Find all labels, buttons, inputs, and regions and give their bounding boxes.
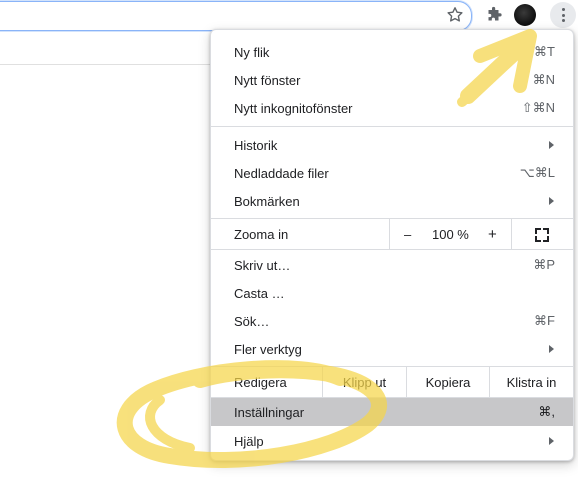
zoom-label: Zooma in [234, 226, 289, 242]
menu-item-find[interactable]: Sök… ⌘F [211, 307, 573, 335]
menu-item-settings[interactable]: Inställningar ⌘, [211, 398, 573, 426]
zoom-row: Zooma in – 100 % + [211, 219, 573, 249]
menu-item-bookmarks[interactable]: Bokmärken [211, 187, 573, 215]
menu-item-label: Skriv ut… [234, 257, 291, 273]
shortcut-label: ⌘P [533, 257, 555, 272]
menu-item-more-tools[interactable]: Fler verktyg [211, 335, 573, 363]
submenu-arrow-icon [549, 437, 554, 445]
edit-row: Redigera Klipp ut Kopiera Klistra in [211, 367, 573, 397]
cut-button[interactable]: Klipp ut [323, 367, 406, 397]
menu-item-label: Bokmärken [234, 193, 300, 209]
menu-item-label: Nytt inkognitofönster [234, 100, 353, 116]
shortcut-label: ⌥⌘L [519, 165, 555, 180]
menu-item-new-tab[interactable]: Ny flik ⌘T [211, 38, 573, 66]
menu-item-downloads[interactable]: Nedladdade filer ⌥⌘L [211, 159, 573, 187]
submenu-arrow-icon [549, 345, 554, 353]
divider [389, 219, 390, 249]
fullscreen-icon[interactable] [535, 228, 549, 242]
menu-item-print[interactable]: Skriv ut… ⌘P [211, 251, 573, 279]
menu-item-label: Ny flik [234, 44, 270, 60]
edit-label: Redigera [234, 374, 287, 390]
divider [511, 219, 512, 249]
puzzle-icon[interactable] [484, 5, 504, 25]
shortcut-label: ⇧⌘N [521, 100, 555, 115]
menu-item-label: Casta … [234, 285, 285, 301]
copy-button[interactable]: Kopiera [407, 367, 489, 397]
paste-button[interactable]: Klistra in [490, 367, 573, 397]
zoom-out-button[interactable]: – [404, 219, 411, 249]
browser-toolbar [0, 0, 578, 31]
star-icon[interactable] [445, 5, 465, 25]
submenu-arrow-icon [549, 141, 554, 149]
chrome-main-menu: Ny flik ⌘T Nytt fönster ⌘N Nytt inkognit… [210, 29, 574, 461]
avatar[interactable] [514, 4, 536, 26]
address-bar[interactable] [0, 1, 472, 31]
shortcut-label: ⌘, [538, 404, 555, 419]
menu-item-label: Nytt fönster [234, 72, 301, 88]
menu-item-cast[interactable]: Casta … [211, 279, 573, 307]
zoom-level: 100 % [432, 226, 469, 242]
kebab-menu-icon[interactable] [550, 2, 576, 28]
menu-item-label: Hjälp [234, 433, 264, 449]
shortcut-label: ⌘N [532, 72, 555, 87]
zoom-in-button[interactable]: + [488, 219, 497, 249]
divider [0, 64, 210, 65]
menu-item-help[interactable]: Hjälp [211, 427, 573, 455]
submenu-arrow-icon [549, 197, 554, 205]
menu-item-label: Nedladdade filer [234, 165, 329, 181]
menu-item-label: Historik [234, 137, 278, 153]
menu-item-label: Fler verktyg [234, 341, 302, 357]
shortcut-label: ⌘T [534, 44, 555, 59]
menu-separator [211, 249, 573, 250]
menu-item-new-incognito-window[interactable]: Nytt inkognitofönster ⇧⌘N [211, 94, 573, 122]
menu-item-label: Inställningar [234, 404, 305, 420]
menu-item-new-window[interactable]: Nytt fönster ⌘N [211, 66, 573, 94]
menu-item-history[interactable]: Historik [211, 131, 573, 159]
shortcut-label: ⌘F [534, 313, 555, 328]
menu-item-label: Sök… [234, 313, 270, 329]
menu-separator [211, 126, 573, 127]
